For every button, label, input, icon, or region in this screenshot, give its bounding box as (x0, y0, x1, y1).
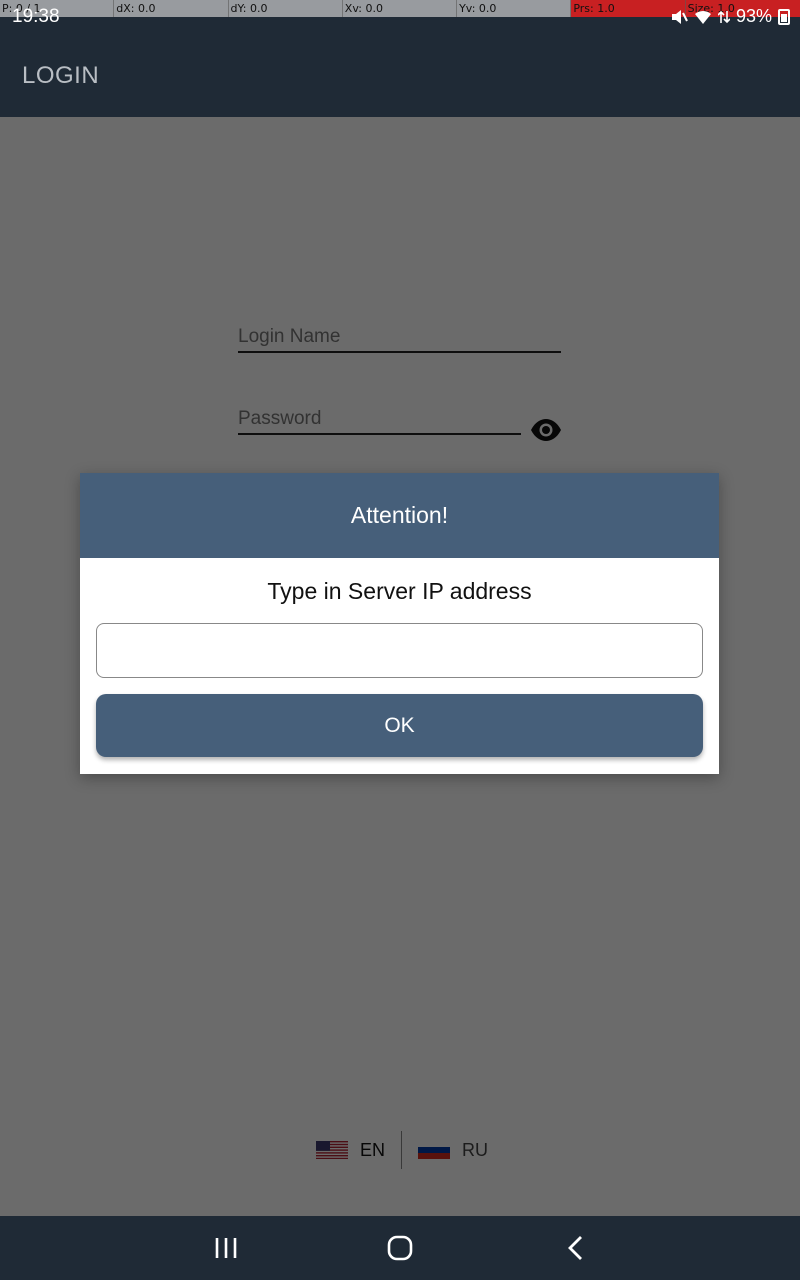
wifi-icon (694, 10, 711, 24)
pointer-cell: dX: 0.0 (114, 0, 229, 17)
app-bar: LOGIN (0, 34, 800, 117)
pointer-cell: Prs: 1.0 (571, 0, 686, 17)
ok-button[interactable]: OK (96, 694, 703, 757)
pointer-cell: Yv: 0.0 (457, 0, 572, 17)
home-icon[interactable] (386, 1234, 414, 1262)
pointer-cell: dY: 0.0 (228, 0, 343, 17)
data-arrows-icon (717, 10, 730, 23)
recent-apps-icon[interactable] (212, 1234, 240, 1262)
page-title: LOGIN (22, 62, 100, 89)
back-icon[interactable] (563, 1234, 591, 1262)
pointer-cell: Xv: 0.0 (342, 0, 458, 17)
server-ip-dialog: Attention! Type in Server IP address OK (80, 473, 719, 774)
dialog-message: Type in Server IP address (267, 578, 532, 604)
mute-icon (671, 9, 688, 24)
status-icons: 93% (670, 6, 790, 27)
navigation-bar (0, 1216, 800, 1280)
status-time: 19:38 (12, 6, 60, 27)
server-ip-input[interactable] (96, 623, 703, 678)
dialog-header: Attention! (80, 473, 719, 558)
dialog-title: Attention! (350, 502, 449, 528)
battery-icon (778, 8, 790, 25)
battery-percent: 93% (735, 6, 772, 26)
